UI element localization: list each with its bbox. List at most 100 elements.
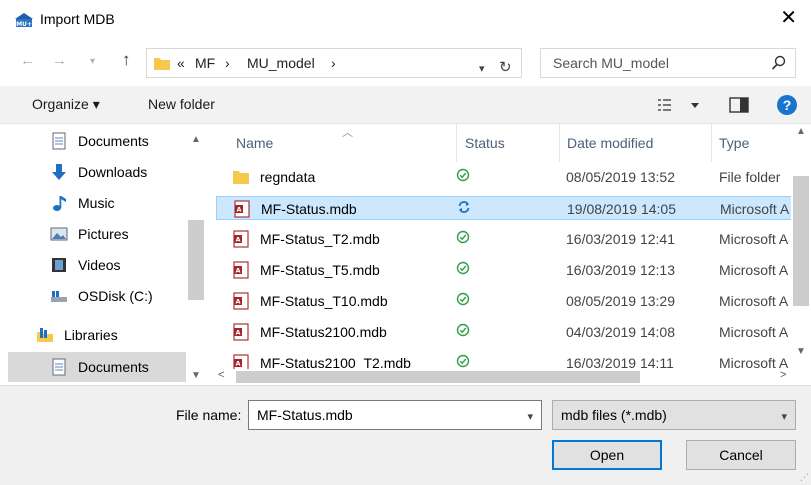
file-row[interactable]: A MF-Status_T10.mdb 08/05/2019 13:29 Micros…: [216, 289, 811, 313]
scrollbar-thumb[interactable]: [188, 220, 204, 300]
breadcrumb-overflow[interactable]: «: [177, 55, 185, 71]
new-folder-button[interactable]: New folder: [148, 96, 215, 112]
help-icon[interactable]: ?: [777, 95, 797, 115]
address-bar[interactable]: « MF › MU_model › ▾ ↻: [146, 48, 522, 78]
file-type: Microsoft A: [719, 293, 789, 309]
file-date-modified: 19/08/2019 14:05: [567, 201, 676, 217]
column-header-type[interactable]: Type: [719, 135, 749, 151]
file-type-select[interactable]: mdb files (*.mdb) ▾: [552, 400, 796, 430]
available-status-icon: [456, 230, 470, 244]
file-name-field[interactable]: MF-Status.mdb ▾: [248, 400, 542, 430]
file-name: regndata: [260, 169, 316, 185]
sidebar-item-label: Documents: [78, 359, 149, 375]
recent-locations-chevron-icon[interactable]: ▾: [90, 56, 95, 67]
sidebar-item-videos[interactable]: Videos: [8, 250, 186, 280]
sidebar-item-libraries[interactable]: Libraries: [0, 320, 178, 350]
close-icon[interactable]: ✕: [780, 6, 797, 30]
scroll-down-icon[interactable]: ▼: [796, 346, 806, 357]
breadcrumb-separator[interactable]: ›: [331, 55, 336, 71]
file-row[interactable]: A MF-Status2100.mdb 04/03/2019 14:08 Micros…: [216, 320, 811, 344]
column-divider[interactable]: [711, 124, 712, 162]
title-bar: MU+ Import MDB ✕: [0, 0, 811, 40]
forward-arrow-icon[interactable]: →: [52, 52, 67, 69]
scroll-up-icon[interactable]: ▲: [796, 126, 806, 137]
open-button[interactable]: Open: [552, 440, 662, 470]
search-icon[interactable]: [771, 55, 787, 71]
sidebar-item-documents[interactable]: Documents: [8, 126, 186, 156]
scrollbar-thumb[interactable]: [793, 176, 809, 306]
up-arrow-icon[interactable]: ↑: [122, 50, 131, 70]
videos-icon: [52, 258, 66, 272]
available-status-icon: [456, 168, 470, 182]
svg-text:A: A: [236, 206, 241, 214]
sidebar-item-label: Pictures: [78, 226, 129, 242]
breadcrumb-separator[interactable]: ›: [225, 55, 230, 71]
scroll-down-icon[interactable]: ▼: [191, 370, 201, 381]
chevron-down-icon[interactable]: ▾: [781, 410, 787, 423]
command-toolbar: Organize ▾ New folder ?: [0, 86, 811, 124]
search-input[interactable]: Search MU_model: [553, 55, 669, 71]
svg-text:A: A: [235, 360, 240, 368]
file-row[interactable]: regndata 08/05/2019 13:52 File folder: [216, 165, 811, 189]
search-box[interactable]: Search MU_model: [540, 48, 796, 78]
resize-grip-icon[interactable]: ⋰: [800, 472, 809, 483]
svg-text:A: A: [235, 267, 240, 275]
column-divider[interactable]: [456, 124, 457, 162]
column-header-row: ︿ Name Status Date modified Type: [206, 124, 811, 162]
sidebar-item-library-documents[interactable]: Documents: [8, 352, 186, 382]
navigation-pane: Documents Downloads Music Pictures Video…: [0, 124, 206, 385]
available-status-icon: [456, 323, 470, 337]
file-list: ︿ Name Status Date modified Type regndat…: [206, 124, 811, 385]
file-name-value[interactable]: MF-Status.mdb: [257, 407, 353, 423]
chevron-down-icon[interactable]: ▾: [479, 62, 485, 75]
scrollbar-thumb[interactable]: [236, 371, 640, 383]
column-header-status[interactable]: Status: [465, 135, 505, 151]
libraries-icon: [37, 328, 53, 342]
file-row[interactable]: A MF-Status_T5.mdb 16/03/2019 12:13 Microso…: [216, 258, 811, 282]
sidebar-item-music[interactable]: Music: [8, 188, 186, 218]
file-date-modified: 04/03/2019 14:08: [566, 324, 675, 340]
documents-icon: [52, 132, 66, 150]
refresh-icon[interactable]: ↻: [499, 58, 512, 76]
scroll-up-icon[interactable]: ▲: [191, 134, 201, 145]
file-name: MF-Status2100.mdb: [260, 324, 387, 340]
sidebar-item-downloads[interactable]: Downloads: [8, 157, 186, 187]
music-icon: [53, 196, 66, 211]
file-name: MF-Status_T5.mdb: [260, 262, 380, 278]
access-database-icon: A: [233, 323, 249, 341]
column-header-name[interactable]: Name: [236, 135, 273, 151]
file-list-vertical-scrollbar[interactable]: ▲ ▼: [791, 124, 811, 369]
sidebar-item-label: Music: [78, 195, 115, 211]
column-header-date-modified[interactable]: Date modified: [567, 135, 653, 151]
file-name: MF-Status_T10.mdb: [260, 293, 388, 309]
available-status-icon: [456, 292, 470, 306]
sidebar-item-osdisk[interactable]: OSDisk (C:): [8, 281, 186, 311]
folder-icon: [154, 58, 170, 70]
file-type: Microsoft A: [720, 201, 790, 217]
file-list-horizontal-scrollbar[interactable]: < >: [206, 369, 811, 385]
view-options-icon[interactable]: [657, 96, 703, 114]
breadcrumb-mu-model[interactable]: MU_model: [247, 55, 315, 71]
file-type: Microsoft A: [719, 262, 789, 278]
organize-button[interactable]: Organize ▾: [32, 96, 100, 113]
chevron-down-icon[interactable]: ▾: [527, 410, 533, 423]
downloads-icon: [52, 164, 66, 180]
cancel-button[interactable]: Cancel: [686, 440, 796, 470]
sidebar-item-pictures[interactable]: Pictures: [8, 219, 186, 249]
breadcrumb-mf[interactable]: MF: [195, 55, 215, 71]
sidebar-scrollbar[interactable]: ▲ ▼: [186, 124, 206, 385]
available-status-icon: [456, 261, 470, 275]
sidebar-item-label: Libraries: [64, 327, 118, 343]
column-divider[interactable]: [559, 124, 560, 162]
preview-pane-icon[interactable]: [729, 97, 749, 113]
scroll-left-icon[interactable]: <: [218, 369, 224, 381]
sidebar-item-label: OSDisk (C:): [78, 288, 153, 304]
back-arrow-icon[interactable]: ←: [20, 52, 35, 69]
access-database-icon: A: [233, 261, 249, 279]
scroll-right-icon[interactable]: >: [780, 369, 786, 381]
file-row[interactable]: A MF-Status.mdb 19/08/2019 14:05 Microsoft …: [216, 196, 811, 220]
file-date-modified: 08/05/2019 13:29: [566, 293, 675, 309]
file-row[interactable]: A MF-Status_T2.mdb 16/03/2019 12:41 Microso…: [216, 227, 811, 251]
svg-text:A: A: [235, 298, 240, 306]
file-date-modified: 08/05/2019 13:52: [566, 169, 675, 185]
